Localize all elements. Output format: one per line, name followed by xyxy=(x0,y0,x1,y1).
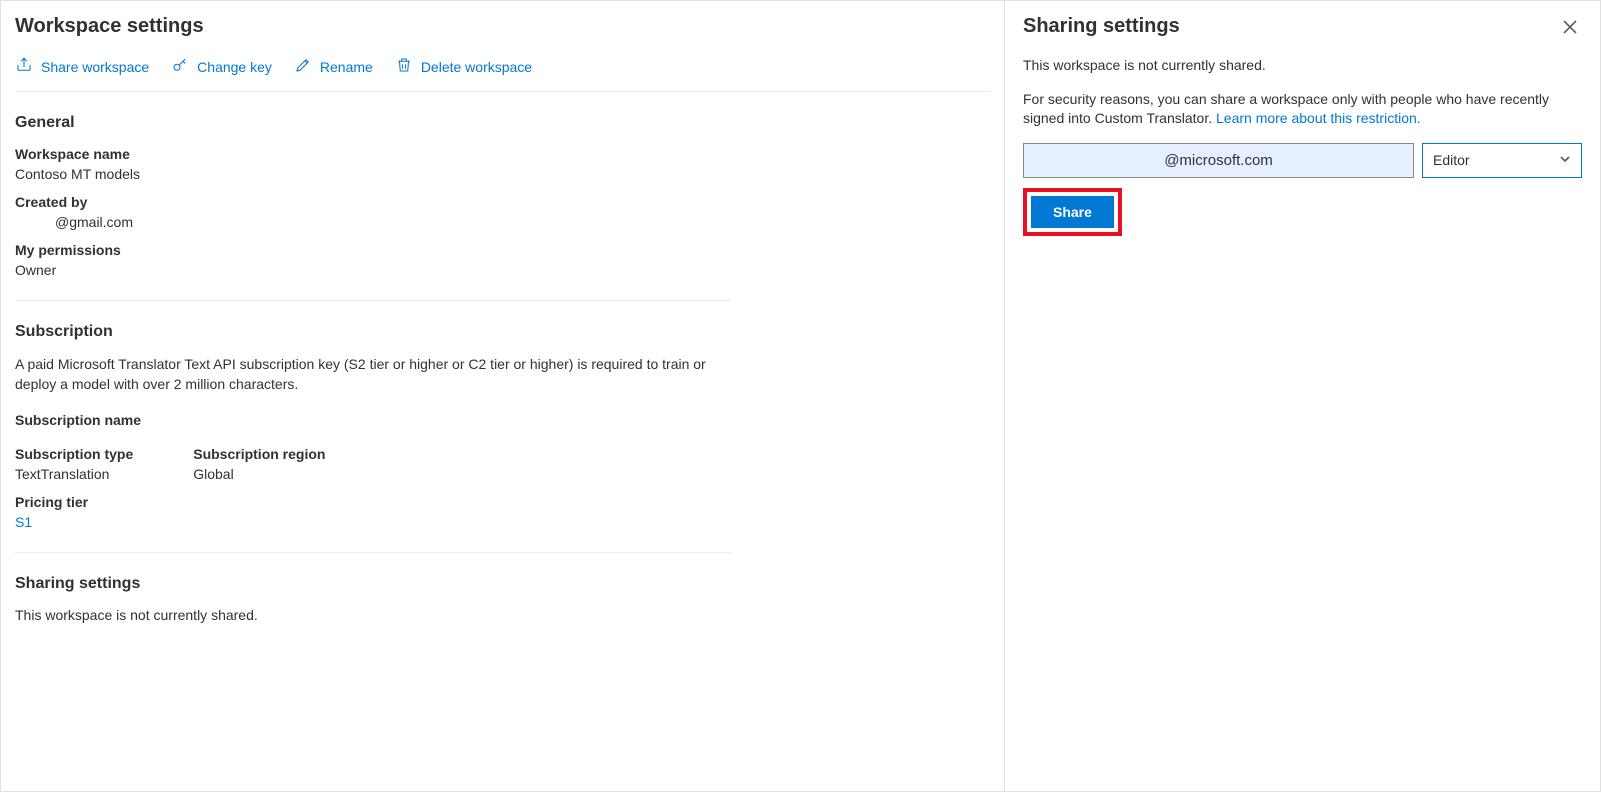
panel-status: This workspace is not currently shared. xyxy=(1023,56,1582,76)
share-role-select[interactable]: Editor xyxy=(1422,143,1582,178)
section-heading: Sharing settings xyxy=(15,575,731,593)
subscription-region-label: Subscription region xyxy=(193,446,325,462)
page-title: Workspace settings xyxy=(15,15,990,38)
toolbar-label: Share workspace xyxy=(41,59,149,75)
panel-title: Sharing settings xyxy=(1023,15,1582,38)
created-by-value: @gmail.com xyxy=(15,214,731,230)
share-email-input[interactable] xyxy=(1023,143,1414,178)
subscription-name-label: Subscription name xyxy=(15,412,731,428)
sharing-settings-panel: Sharing settings This workspace is not c… xyxy=(1004,1,1600,791)
share-workspace-button[interactable]: Share workspace xyxy=(15,56,149,77)
change-key-button[interactable]: Change key xyxy=(171,56,272,77)
share-button-highlight: Share xyxy=(1023,188,1122,236)
panel-security-text: For security reasons, you can share a wo… xyxy=(1023,90,1582,129)
pricing-tier-value: S1 xyxy=(15,514,731,530)
toolbar-label: Delete workspace xyxy=(421,59,532,75)
share-icon xyxy=(15,56,33,77)
permissions-value: Owner xyxy=(15,262,731,278)
workspace-name-value: Contoso MT models xyxy=(15,166,731,182)
key-icon xyxy=(171,56,189,77)
edit-icon xyxy=(294,56,312,77)
subscription-type-value: TextTranslation xyxy=(15,466,133,482)
learn-more-link[interactable]: Learn more about this restriction. xyxy=(1216,110,1421,126)
delete-workspace-button[interactable]: Delete workspace xyxy=(395,56,532,77)
general-section: General Workspace name Contoso MT models… xyxy=(15,114,731,301)
toolbar: Share workspace Change key Rename Delete… xyxy=(15,56,990,92)
role-selected-label: Editor xyxy=(1433,152,1470,168)
permissions-label: My permissions xyxy=(15,242,731,258)
toolbar-label: Change key xyxy=(197,59,272,75)
rename-button[interactable]: Rename xyxy=(294,56,373,77)
trash-icon xyxy=(395,56,413,77)
close-icon xyxy=(1562,22,1578,38)
sharing-status: This workspace is not currently shared. xyxy=(15,607,731,623)
created-by-label: Created by xyxy=(15,194,731,210)
toolbar-label: Rename xyxy=(320,59,373,75)
subscription-section: Subscription A paid Microsoft Translator… xyxy=(15,323,731,553)
workspace-settings-main: Workspace settings Share workspace Chang… xyxy=(1,1,1004,791)
section-heading: General xyxy=(15,114,731,132)
section-heading: Subscription xyxy=(15,323,731,341)
subscription-description: A paid Microsoft Translator Text API sub… xyxy=(15,355,731,394)
share-button[interactable]: Share xyxy=(1031,196,1114,228)
pricing-tier-label: Pricing tier xyxy=(15,494,731,510)
subscription-type-label: Subscription type xyxy=(15,446,133,462)
subscription-region-value: Global xyxy=(193,466,325,482)
close-button[interactable] xyxy=(1562,19,1582,39)
workspace-name-label: Workspace name xyxy=(15,146,731,162)
chevron-down-icon xyxy=(1559,152,1571,168)
share-form-row: Editor xyxy=(1023,143,1582,178)
sharing-section: Sharing settings This workspace is not c… xyxy=(15,575,731,645)
